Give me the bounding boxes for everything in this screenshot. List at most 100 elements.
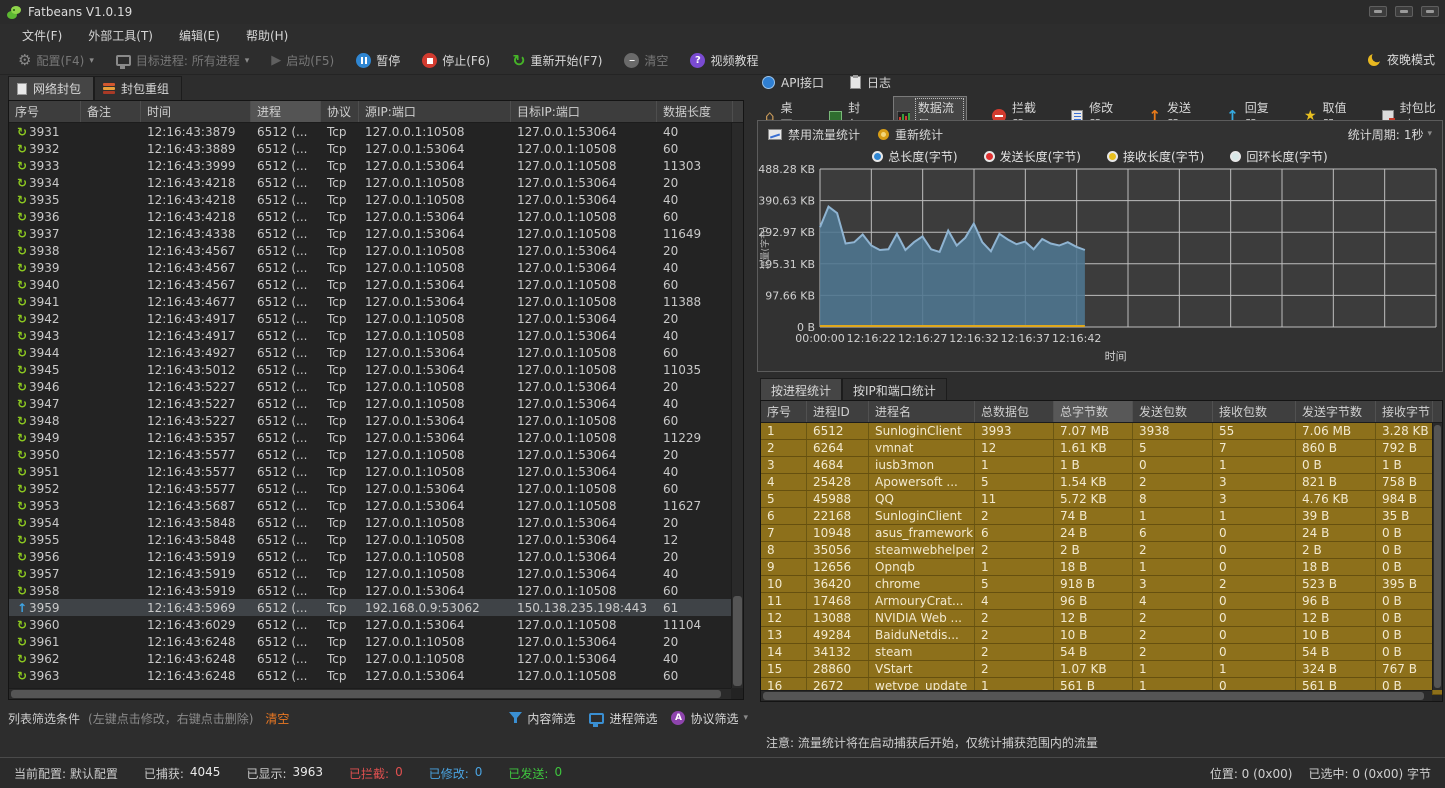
packet-row[interactable]: ↻395512:16:43:58486512 (...Tcp127.0.0.1:… xyxy=(9,531,743,548)
column-header[interactable]: 接收包数 xyxy=(1213,401,1296,422)
stats-row[interactable]: 1213088NVIDIA Web ...212 B2012 B0 B xyxy=(761,610,1442,627)
legend-item[interactable]: 接收长度(字节) xyxy=(1107,148,1204,165)
packet-row[interactable]: ↻394212:16:43:49176512 (...Tcp127.0.0.1:… xyxy=(9,310,743,327)
start-button[interactable]: ▶启动(F5) xyxy=(267,50,338,71)
packet-row[interactable]: ↻394912:16:43:53576512 (...Tcp127.0.0.1:… xyxy=(9,429,743,446)
menu-item[interactable]: 外部工具(T) xyxy=(88,27,153,44)
stats-row[interactable]: 1528860VStart21.07 KB11324 B767 B xyxy=(761,661,1442,678)
column-header[interactable]: 备注 xyxy=(81,101,141,122)
clear-button[interactable]: −清空 xyxy=(620,50,672,71)
packet-row[interactable]: ↻395712:16:43:59196512 (...Tcp127.0.0.1:… xyxy=(9,565,743,582)
filter-clear-link[interactable]: 清空 xyxy=(265,710,289,727)
column-header[interactable]: 进程 xyxy=(251,101,321,122)
column-header[interactable]: 发送包数 xyxy=(1133,401,1213,422)
column-header[interactable]: 发送字节数 xyxy=(1296,401,1376,422)
scrollbar-thumb[interactable] xyxy=(733,596,742,686)
packet-row[interactable]: ↻393712:16:43:43386512 (...Tcp127.0.0.1:… xyxy=(9,225,743,242)
packet-row[interactable]: ↻395112:16:43:55776512 (...Tcp127.0.0.1:… xyxy=(9,463,743,480)
packet-row[interactable]: ↻396212:16:43:62486512 (...Tcp127.0.0.1:… xyxy=(9,650,743,667)
stats-row[interactable]: 34684iusb3mon11 B010 B1 B xyxy=(761,457,1442,474)
menu-item[interactable]: 文件(F) xyxy=(22,27,62,44)
packet-row[interactable]: ↻394112:16:43:46776512 (...Tcp127.0.0.1:… xyxy=(9,293,743,310)
stats-row[interactable]: 1434132steam254 B2054 B0 B xyxy=(761,644,1442,661)
packet-row[interactable]: ↻396312:16:43:62486512 (...Tcp127.0.0.1:… xyxy=(9,667,743,684)
stat-period-dropdown[interactable]: 统计周期:1秒▾ xyxy=(1348,126,1432,143)
packet-row[interactable]: ↻394312:16:43:49176512 (...Tcp127.0.0.1:… xyxy=(9,327,743,344)
tab-network-packets[interactable]: 网络封包 xyxy=(8,76,94,102)
column-header[interactable]: 数据长度 xyxy=(657,101,733,122)
packet-row[interactable]: ↻393112:16:43:38796512 (...Tcp127.0.0.1:… xyxy=(9,123,743,140)
packet-row[interactable]: ↻393512:16:43:42186512 (...Tcp127.0.0.1:… xyxy=(9,191,743,208)
column-header[interactable]: 协议 xyxy=(321,101,359,122)
close-button[interactable] xyxy=(1421,6,1439,17)
api-button[interactable]: API接口 xyxy=(762,74,824,91)
config-button[interactable]: ⚙配置(F4)▾ xyxy=(14,50,98,71)
maximize-button[interactable] xyxy=(1395,6,1413,17)
stats-row[interactable]: 16512SunloginClient39937.07 MB3938557.06… xyxy=(761,423,1442,440)
stats-row[interactable]: 1349284BaiduNetdis...210 B2010 B0 B xyxy=(761,627,1442,644)
stats-row[interactable]: 835056steamwebhelper22 B202 B0 B xyxy=(761,542,1442,559)
menu-item[interactable]: 编辑(E) xyxy=(179,27,220,44)
packet-row[interactable]: ↻393812:16:43:45676512 (...Tcp127.0.0.1:… xyxy=(9,242,743,259)
packet-row[interactable]: ↻396112:16:43:62486512 (...Tcp127.0.0.1:… xyxy=(9,633,743,650)
column-header[interactable]: 接收字节 xyxy=(1376,401,1433,422)
stats-row[interactable]: 912656Opnqb118 B1018 B0 B xyxy=(761,559,1442,576)
packet-row[interactable]: ↻393412:16:43:42186512 (...Tcp127.0.0.1:… xyxy=(9,174,743,191)
packet-table-vertical-scrollbar[interactable] xyxy=(731,123,743,688)
packet-row[interactable]: ↻393312:16:43:39996512 (...Tcp127.0.0.1:… xyxy=(9,157,743,174)
packet-row[interactable]: ↻394012:16:43:45676512 (...Tcp127.0.0.1:… xyxy=(9,276,743,293)
packet-row[interactable]: ↻395612:16:43:59196512 (...Tcp127.0.0.1:… xyxy=(9,548,743,565)
video-tutorial-button[interactable]: ?视频教程 xyxy=(686,50,762,71)
stats-row[interactable]: 710948asus_framework624 B6024 B0 B xyxy=(761,525,1442,542)
stats-row[interactable]: 1036420chrome5918 B32523 B395 B xyxy=(761,576,1442,593)
column-header[interactable]: 总数据包 xyxy=(975,401,1054,422)
packet-row[interactable]: ↻395212:16:43:55776512 (...Tcp127.0.0.1:… xyxy=(9,480,743,497)
restart-stats-button[interactable]: 重新统计 xyxy=(878,126,943,143)
column-header[interactable]: 时间 xyxy=(141,101,251,122)
packet-row[interactable]: ↻395012:16:43:55776512 (...Tcp127.0.0.1:… xyxy=(9,446,743,463)
disable-traffic-stats-button[interactable]: 禁用流量统计 xyxy=(768,126,860,143)
column-header[interactable]: 总字节数 xyxy=(1054,401,1133,422)
packet-row[interactable]: ↻394712:16:43:52276512 (...Tcp127.0.0.1:… xyxy=(9,395,743,412)
column-header[interactable]: 源IP:端口 xyxy=(359,101,511,122)
column-header[interactable]: 进程ID xyxy=(807,401,869,422)
column-header[interactable]: 序号 xyxy=(761,401,807,422)
scrollbar-thumb[interactable] xyxy=(1434,425,1441,688)
packet-row[interactable]: ↻395312:16:43:56876512 (...Tcp127.0.0.1:… xyxy=(9,497,743,514)
stats-row[interactable]: 1117468ArmouryCrat...496 B4096 B0 B xyxy=(761,593,1442,610)
target-process-button[interactable]: 目标进程: 所有进程▾ xyxy=(112,50,253,71)
legend-item[interactable]: 发送长度(字节) xyxy=(984,148,1081,165)
packet-table-horizontal-scrollbar[interactable] xyxy=(9,688,731,699)
packet-row[interactable]: ↻393912:16:43:45676512 (...Tcp127.0.0.1:… xyxy=(9,259,743,276)
protocol-filter-button[interactable]: A协议筛选▾ xyxy=(671,710,748,727)
packet-row[interactable]: ↻393212:16:43:38896512 (...Tcp127.0.0.1:… xyxy=(9,140,743,157)
content-filter-button[interactable]: 内容筛选 xyxy=(509,710,575,727)
stats-row[interactable]: 545988QQ115.72 KB834.76 KB984 B xyxy=(761,491,1442,508)
scrollbar-thumb[interactable] xyxy=(11,690,721,698)
night-mode-toggle[interactable]: 夜晚模式 xyxy=(1367,51,1435,68)
minimize-button[interactable] xyxy=(1369,6,1387,17)
packet-row[interactable]: ↻394412:16:43:49276512 (...Tcp127.0.0.1:… xyxy=(9,344,743,361)
packet-row[interactable]: ↻393612:16:43:42186512 (...Tcp127.0.0.1:… xyxy=(9,208,743,225)
stats-row[interactable]: 26264vmnat121.61 KB57860 B792 B xyxy=(761,440,1442,457)
column-header[interactable]: 序号 xyxy=(9,101,81,122)
packet-row[interactable]: ↻395412:16:43:58486512 (...Tcp127.0.0.1:… xyxy=(9,514,743,531)
column-header[interactable]: 目标IP:端口 xyxy=(511,101,657,122)
legend-item[interactable]: 回环长度(字节) xyxy=(1230,148,1327,165)
packet-row[interactable]: ↻395812:16:43:59196512 (...Tcp127.0.0.1:… xyxy=(9,582,743,599)
process-filter-button[interactable]: 进程筛选 xyxy=(589,710,657,727)
menu-item[interactable]: 帮助(H) xyxy=(246,27,288,44)
stats-row[interactable]: 622168SunloginClient274 B1139 B35 B xyxy=(761,508,1442,525)
stats-row[interactable]: 425428Apowersoft ...51.54 KB23821 B758 B xyxy=(761,474,1442,491)
column-header[interactable]: 进程名 xyxy=(869,401,975,422)
stop-button[interactable]: 停止(F6) xyxy=(418,50,494,71)
stats-table-vertical-scrollbar[interactable] xyxy=(1432,423,1442,690)
packet-row[interactable]: ↻396012:16:43:60296512 (...Tcp127.0.0.1:… xyxy=(9,616,743,633)
log-button[interactable]: 日志 xyxy=(850,74,891,91)
legend-item[interactable]: 总长度(字节) xyxy=(872,148,957,165)
packet-row[interactable]: ↻394612:16:43:52276512 (...Tcp127.0.0.1:… xyxy=(9,378,743,395)
tab-packet-reassembly[interactable]: 封包重组 xyxy=(94,76,182,102)
packet-row[interactable]: ↻394812:16:43:52276512 (...Tcp127.0.0.1:… xyxy=(9,412,743,429)
pause-button[interactable]: 暂停 xyxy=(352,50,404,71)
packet-row[interactable]: ↑395912:16:43:59696512 (...Tcp192.168.0.… xyxy=(9,599,743,616)
